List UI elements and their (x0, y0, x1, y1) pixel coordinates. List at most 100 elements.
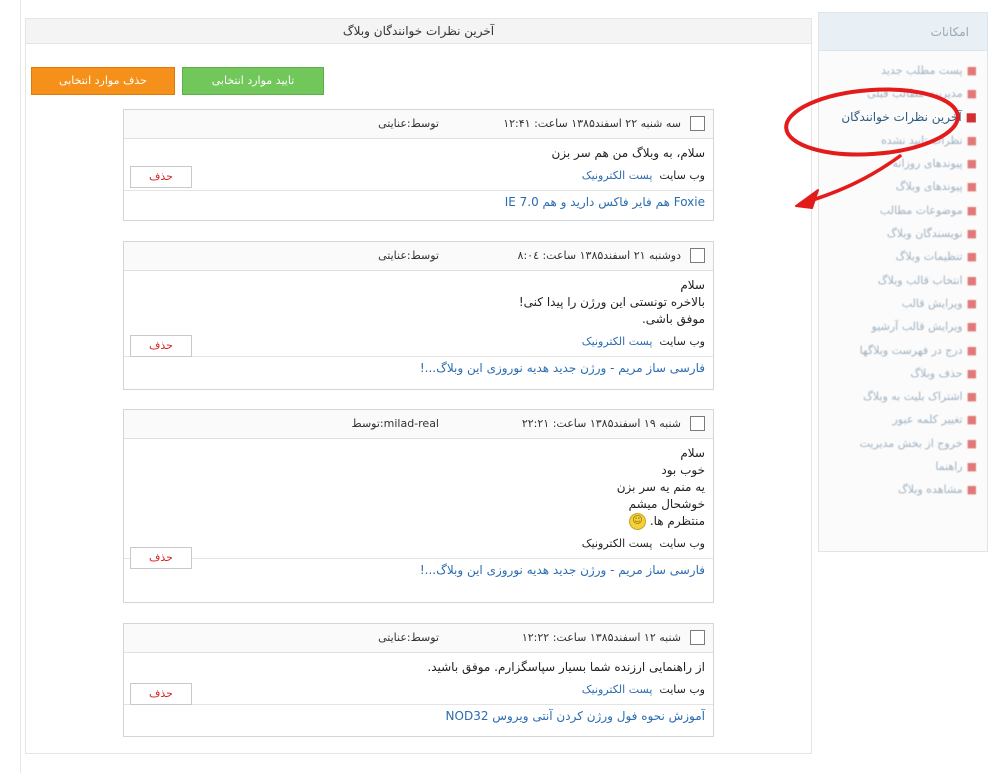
comment-select-checkbox[interactable] (690, 630, 705, 645)
bullet-icon: ■ (966, 180, 977, 194)
email-link[interactable]: پست الکترونیک (582, 335, 653, 348)
comment-text: موفق باشی. (641, 312, 705, 326)
comment-body: سلام بالاخره تونستی این ورژن را پیدا کنی… (124, 271, 713, 380)
sidebar-item-daily-links[interactable]: ■پیوندهای روزانه (819, 152, 977, 175)
sidebar-item-blog-directory[interactable]: ■درج در فهرست وبلاگها (819, 339, 977, 362)
sidebar-item-label: نظرات تایید نشده (881, 133, 963, 147)
comment-text-with-emoticon: منتظرم ها. ☺ (132, 513, 705, 530)
comment-date: سه شنبه ۲۲ اسفند۱۳۸۵ ساعت: ۱۲:۴۱ (503, 117, 681, 130)
email-link[interactable]: پست الکترونیک (582, 169, 653, 182)
bullet-icon: ■ (965, 109, 977, 124)
sidebar-item-label: مدیریت مطالب قبلی (867, 87, 963, 101)
comment-text: از راهنمایی ارزنده شما بسیار سپاسگزارم. … (427, 660, 705, 674)
sidebar-item-edit-archive-template[interactable]: ■ویرایش قالب آرشیو (819, 315, 977, 338)
comment-card: شنبه ۱۲ اسفند۱۳۸۵ ساعت: ۱۲:۲۲ توسط:عنایت… (123, 623, 714, 737)
comment-post-link[interactable]: فارسی ساز مریم - ورژن جدید هدیه نوروزی ا… (124, 558, 713, 582)
comment-header: شنبه ۱۲ اسفند۱۳۸۵ ساعت: ۱۲:۲۲ توسط:عنایت… (124, 624, 713, 653)
comment-text: خوب بود (661, 463, 705, 477)
sidebar-item-logout[interactable]: ■خروج از بخش مدیریت (819, 432, 977, 455)
delete-comment-button[interactable]: حذف (130, 683, 192, 705)
comment-text: سلام، به وبلاگ من هم سر بزن (551, 146, 705, 160)
comment-author: توسط:عنایتی (378, 249, 439, 262)
comment-author: توسط:عنایتی (378, 631, 439, 644)
delete-comment-button[interactable]: حذف (130, 166, 192, 188)
website-link[interactable]: وب سایت (659, 169, 705, 182)
comment-text: بالاخره تونستی این ورژن را پیدا کنی! (518, 295, 705, 309)
comment-date: شنبه ۱۹ اسفند۱۳۸۵ ساعت: ۲۲:۲۱ (521, 417, 681, 430)
comment-post-link[interactable]: فارسی ساز مریم - ورژن جدید هدیه نوروزی ا… (124, 356, 713, 380)
sidebar-item-label: خروج از بخش مدیریت (859, 436, 963, 450)
bullet-icon: ■ (966, 273, 977, 287)
email-link[interactable]: پست الکترونیک (582, 683, 653, 696)
website-link[interactable]: وب سایت (659, 683, 705, 696)
sidebar-item-label: اشتراک بلیت به وبلاگ (862, 390, 963, 404)
comment-post-link[interactable]: Foxie هم فایر فاکس دارید و هم IE 7.0 (124, 190, 713, 214)
comment-body: از راهنمایی ارزنده شما بسیار سپاسگزارم. … (124, 653, 713, 728)
sidebar-item-label: نویسندگان وبلاگ (886, 227, 963, 241)
website-link[interactable]: وب سایت (659, 537, 705, 550)
comment-card: سه شنبه ۲۲ اسفند۱۳۸۵ ساعت: ۱۲:۴۱ توسط:عن… (123, 109, 714, 221)
comment-contact: وب سایت پست الکترونیک (132, 681, 705, 699)
sidebar-item-manage-posts[interactable]: ■مدیریت مطالب قبلی (819, 82, 977, 105)
approve-selected-button[interactable]: تایید موارد انتخابی (182, 67, 324, 95)
sidebar-item-latest-comments[interactable]: ■آخرین نظرات خوانندگان (819, 106, 977, 129)
bullet-icon: ■ (966, 366, 977, 380)
sidebar-item-help[interactable]: ■راهنما (819, 455, 977, 478)
sidebar-item-label: انتخاب قالب وبلاگ (877, 273, 963, 287)
sidebar-header: امکانات (819, 13, 987, 51)
delete-comment-button[interactable]: حذف (130, 547, 192, 569)
sidebar-item-label: مشاهده وبلاگ (897, 483, 963, 497)
bullet-icon: ■ (966, 436, 977, 450)
sidebar-item-blog-links[interactable]: ■پیوندهای وبلاگ (819, 175, 977, 198)
bullet-icon: ■ (966, 157, 977, 171)
delete-selected-button[interactable]: حذف موارد انتخابی (31, 67, 175, 95)
sidebar-item-unapproved-comments[interactable]: ■نظرات تایید نشده (819, 129, 977, 152)
comments-panel: آخرین نظرات خوانندگان وبلاگ تایید موارد … (25, 18, 812, 754)
comment-post-link[interactable]: آموزش نحوه فول ورژن کردن آنتی ویروس NOD3… (124, 704, 713, 728)
sidebar-item-settings[interactable]: ■تنظیمات وبلاگ (819, 245, 977, 268)
bullet-icon: ■ (966, 133, 977, 147)
comment-body: سلام خوب بود یه منم یه سر بزن خوشحال میش… (124, 439, 713, 582)
comment-card: شنبه ۱۹ اسفند۱۳۸۵ ساعت: ۲۲:۲۱ milad-real… (123, 409, 714, 603)
website-link[interactable]: وب سایت (659, 335, 705, 348)
comment-select-checkbox[interactable] (690, 416, 705, 431)
sidebar-item-label: تغییر کلمه عبور (892, 413, 963, 427)
sidebar-item-choose-template[interactable]: ■انتخاب قالب وبلاگ (819, 269, 977, 292)
bullet-icon: ■ (966, 483, 977, 497)
sidebar-item-label: پیوندهای روزانه (892, 157, 963, 171)
sidebar-item-edit-template[interactable]: ■ویرایش قالب (819, 292, 977, 315)
comment-author: توسط:عنایتی (378, 117, 439, 130)
bullet-icon: ■ (966, 460, 977, 474)
comment-contact: وب سایت پست الکترونیک (132, 167, 705, 185)
comment-header: شنبه ۱۹ اسفند۱۳۸۵ ساعت: ۲۲:۲۱ milad-real… (124, 410, 713, 439)
comment-header: دوشنبه ۲۱ اسفند۱۳۸۵ ساعت: ۸:۰٤ توسط:عنای… (124, 242, 713, 271)
comment-select-checkbox[interactable] (690, 248, 705, 263)
comment-select-checkbox[interactable] (690, 116, 705, 131)
sidebar-item-new-post[interactable]: ■پست مطلب جدید (819, 59, 977, 82)
bullet-icon: ■ (966, 390, 977, 404)
comment-date: شنبه ۱۲ اسفند۱۳۸۵ ساعت: ۱۲:۲۲ (521, 631, 681, 644)
email-link[interactable]: پست الکترونیک (582, 537, 653, 550)
sidebar-item-categories[interactable]: ■موضوعات مطالب (819, 199, 977, 222)
sidebar-item-label: ویرایش قالب (901, 296, 963, 310)
sidebar-item-label: موضوعات مطالب (879, 203, 963, 217)
sidebar-item-authors[interactable]: ■نویسندگان وبلاگ (819, 222, 977, 245)
sidebar-item-label: پیوندهای وبلاگ (895, 180, 963, 194)
sidebar-item-label: آخرین نظرات خوانندگان (841, 109, 962, 124)
sidebar-item-change-password[interactable]: ■تغییر کلمه عبور (819, 408, 978, 431)
bullet-icon: ■ (966, 320, 977, 334)
smiley-icon: ☺ (628, 513, 646, 530)
delete-comment-button[interactable]: حذف (130, 335, 192, 357)
sidebar-item-subscribe[interactable]: ■اشتراک بلیت به وبلاگ (819, 385, 977, 408)
sidebar-item-label: حذف وبلاگ (910, 366, 963, 380)
sidebar-item-label: ویرایش قالب آرشیو (871, 320, 963, 334)
comment-date: دوشنبه ۲۱ اسفند۱۳۸۵ ساعت: ۸:۰٤ (517, 249, 681, 262)
bullet-icon: ■ (966, 250, 977, 264)
sidebar-item-view-blog[interactable]: ■مشاهده وبلاگ (819, 478, 977, 501)
comment-text: منتظرم ها. (649, 514, 705, 528)
bullet-icon: ■ (966, 296, 977, 310)
comment-author: milad-real:توسط (351, 417, 439, 430)
sidebar-item-label: پست مطلب جدید (881, 64, 963, 77)
sidebar-item-label: تنظیمات وبلاگ (895, 250, 963, 264)
sidebar-item-delete-blog[interactable]: ■حذف وبلاگ (819, 362, 977, 385)
